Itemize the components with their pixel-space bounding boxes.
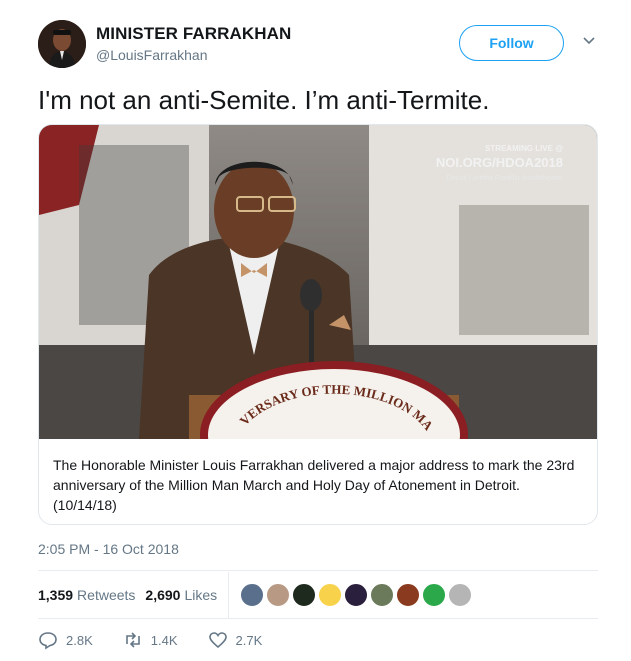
liker-avatar[interactable] bbox=[344, 583, 368, 607]
liker-avatar[interactable] bbox=[370, 583, 394, 607]
retweet-count: 1.4K bbox=[150, 632, 178, 648]
likes-label[interactable]: Likes bbox=[184, 587, 217, 603]
liker-avatar[interactable] bbox=[318, 583, 342, 607]
tweet-actions: 2.8K 1.4K 2.7K bbox=[38, 628, 292, 652]
engagement-stats: 1,359 Retweets 2,690 Likes bbox=[38, 583, 217, 607]
overlay-line-3: Detroit | Aretha Franklin Amphitheater bbox=[446, 175, 563, 182]
display-name[interactable]: MINISTER FARRAKHAN bbox=[96, 24, 291, 44]
like-count: 2.7K bbox=[235, 632, 263, 648]
tweet-timestamp[interactable]: 2:05 PM - 16 Oct 2018 bbox=[38, 541, 179, 557]
likes-count[interactable]: 2,690 bbox=[145, 587, 180, 603]
liker-avatar[interactable] bbox=[422, 583, 446, 607]
liker-avatars bbox=[240, 583, 472, 607]
retweets-count[interactable]: 1,359 bbox=[38, 587, 73, 603]
user-handle[interactable]: @LouisFarrakhan bbox=[96, 47, 291, 63]
liker-avatar[interactable] bbox=[448, 583, 472, 607]
overlay-line-2: NOI.ORG/HDOA2018 bbox=[436, 155, 563, 170]
speech-photo: VERSARY OF THE MILLION MAN STREAMING LIV… bbox=[39, 125, 597, 439]
avatar-portrait-icon bbox=[38, 20, 86, 68]
reply-count: 2.8K bbox=[66, 632, 93, 648]
retweet-button[interactable]: 1.4K bbox=[123, 630, 178, 650]
retweet-icon bbox=[125, 632, 140, 648]
divider bbox=[38, 570, 598, 571]
reply-icon bbox=[39, 632, 57, 650]
divider bbox=[38, 618, 598, 619]
liker-avatar[interactable] bbox=[292, 583, 316, 607]
liker-avatar[interactable] bbox=[396, 583, 420, 607]
stats-separator bbox=[228, 572, 229, 618]
avatar[interactable] bbox=[38, 20, 86, 68]
media-card[interactable]: VERSARY OF THE MILLION MAN STREAMING LIV… bbox=[38, 124, 598, 525]
heart-icon bbox=[208, 632, 227, 649]
liker-avatar[interactable] bbox=[240, 583, 264, 607]
card-image[interactable]: VERSARY OF THE MILLION MAN STREAMING LIV… bbox=[39, 125, 597, 439]
tweet-text: I'm not an anti-Semite. I’m anti-Termite… bbox=[38, 85, 490, 115]
follow-button[interactable]: Follow bbox=[459, 25, 564, 61]
chevron-down-icon[interactable] bbox=[582, 34, 596, 48]
overlay-line-1: STREAMING LIVE @ bbox=[485, 144, 563, 153]
like-button[interactable]: 2.7K bbox=[208, 630, 263, 650]
card-description[interactable]: The Honorable Minister Louis Farrakhan d… bbox=[53, 455, 585, 515]
tweet-header: MINISTER FARRAKHAN @LouisFarrakhan Follo… bbox=[38, 20, 598, 70]
reply-button[interactable]: 2.8K bbox=[38, 630, 93, 650]
liker-avatar[interactable] bbox=[266, 583, 290, 607]
retweets-label[interactable]: Retweets bbox=[77, 587, 135, 603]
